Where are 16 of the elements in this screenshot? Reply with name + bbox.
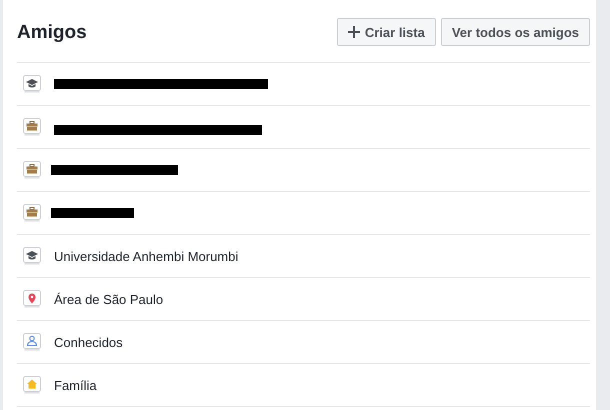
create-list-button[interactable]: Criar lista [336, 18, 436, 46]
friend-list-link[interactable]: Universidade Anhembi Morumbi [54, 248, 238, 264]
person-icon [23, 333, 41, 351]
friend-list-link[interactable]: Família [54, 378, 97, 392]
graduation-cap-icon [23, 75, 41, 93]
see-all-button[interactable]: Ver todos os amigos [440, 18, 590, 46]
briefcase-icon [23, 161, 41, 179]
house-icon [23, 376, 41, 394]
panel-title: Amigos [17, 21, 87, 44]
friend-list-link[interactable]: Área de São Paulo [54, 292, 164, 306]
plus-icon [348, 26, 360, 38]
briefcase-icon [23, 204, 41, 222]
friend-list-link[interactable]: Conhecidos [54, 334, 123, 350]
briefcase-icon [23, 118, 41, 136]
graduation-cap-icon [23, 247, 41, 265]
location-pin-icon [23, 290, 41, 308]
